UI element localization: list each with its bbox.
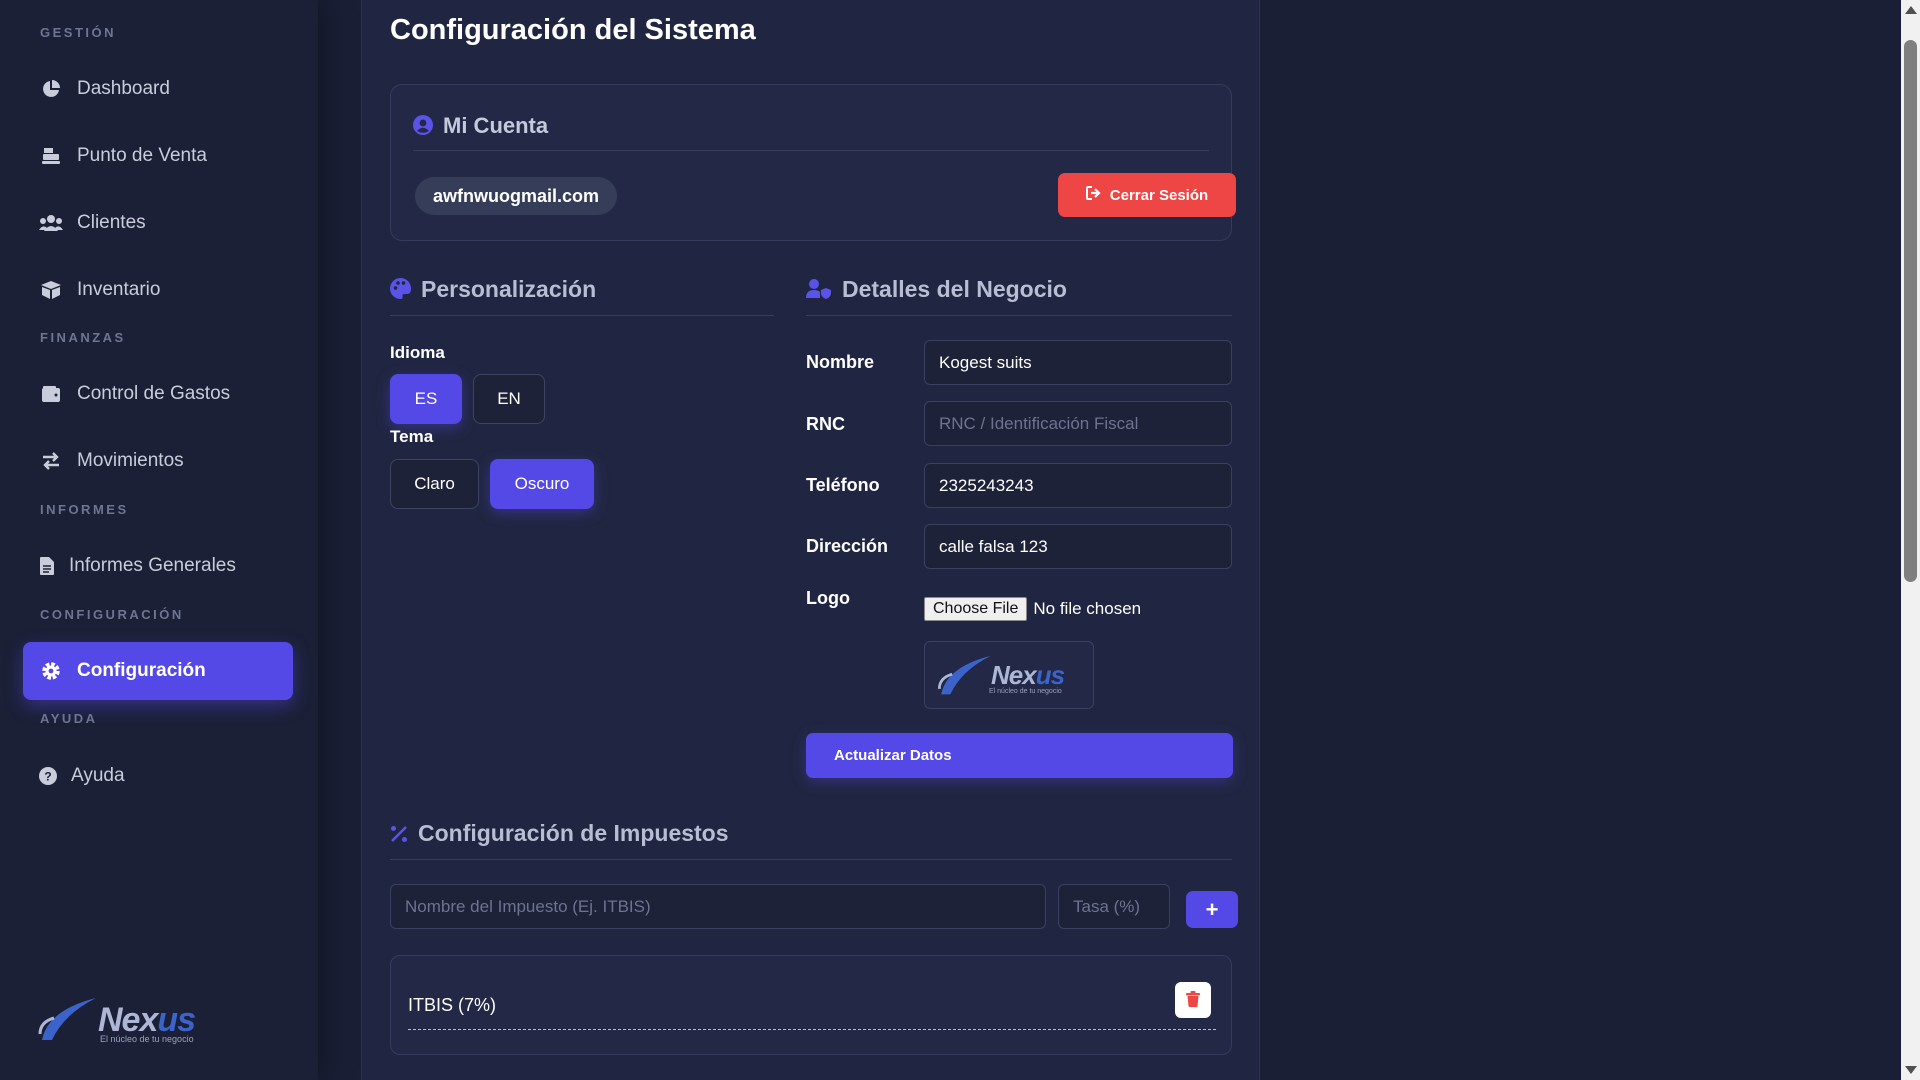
sidebar-item-dashboard[interactable]: Dashboard	[23, 60, 293, 118]
language-label: Idioma	[390, 343, 445, 362]
pie-chart-icon	[39, 77, 63, 101]
choose-file-button[interactable]: Choose File	[924, 597, 1028, 621]
percent-icon	[390, 822, 408, 849]
taxes-title: Configuración de Impuestos	[418, 820, 729, 846]
logout-button[interactable]: Cerrar Sesión	[1058, 173, 1236, 217]
sign-out-icon	[1085, 186, 1102, 204]
personalization-title: Personalización	[421, 276, 597, 302]
section-label-informes: INFORMES	[40, 502, 129, 517]
sidebar-item-label: Configuración	[77, 660, 206, 681]
list-item: ITBIS (7%)	[408, 982, 1216, 1030]
section-label-finanzas: FINANZAS	[40, 330, 126, 345]
users-icon	[39, 211, 63, 235]
help-circle-icon: ?	[39, 764, 57, 788]
palette-icon	[390, 278, 412, 305]
sidebar-item-label: Dashboard	[77, 78, 170, 99]
settings-panel: Configuración del Sistema Mi Cuenta awfn…	[361, 0, 1260, 1080]
account-card: Mi Cuenta awfnwuogmail.com Cerrar Sesión	[390, 84, 1236, 241]
account-card-header: Mi Cuenta	[413, 113, 1209, 151]
tax-rate-input[interactable]	[1058, 884, 1170, 929]
theme-light-button[interactable]: Claro	[390, 459, 479, 509]
address-label: Dirección	[806, 536, 889, 556]
personalization-header: Personalización	[390, 276, 774, 316]
user-circle-icon	[413, 115, 433, 141]
logo-preview: Nexus El núcleo de tu negocio	[924, 641, 1094, 709]
cash-register-icon	[39, 144, 63, 168]
section-label-ayuda: AYUDA	[40, 711, 98, 726]
brand-tagline: El núcleo de tu negocio	[100, 1034, 194, 1044]
tax-name-input[interactable]	[390, 884, 1046, 929]
sidebar-item-ayuda[interactable]: ? Ayuda	[23, 747, 293, 805]
sidebar-item-label: Movimientos	[77, 450, 184, 471]
sidebar-item-gastos[interactable]: Control de Gastos	[23, 365, 293, 423]
file-status: No file chosen	[1033, 599, 1142, 618]
tax-list: ITBIS (7%)	[390, 955, 1232, 1055]
business-details-header: Detalles del Negocio	[806, 276, 1232, 316]
swoosh-logo-icon	[937, 655, 991, 695]
sidebar-item-label: Inventario	[77, 279, 161, 300]
scroll-up-arrow-icon[interactable]	[1905, 6, 1917, 14]
section-label-configuracion: CONFIGURACIÓN	[40, 607, 184, 622]
trash-icon	[1186, 990, 1200, 1010]
document-icon	[39, 554, 55, 578]
sidebar-item-clientes[interactable]: Clientes	[23, 194, 293, 252]
account-card-title: Mi Cuenta	[443, 113, 549, 138]
logo-preview-tagline: El núcleo de tu negocio	[989, 688, 1062, 695]
swoosh-logo-icon	[38, 998, 96, 1040]
sidebar: GESTIÓN Dashboard Punto de Venta Cliente…	[0, 0, 318, 1080]
page-scrollbar[interactable]	[1901, 0, 1920, 1080]
language-en-button[interactable]: EN	[473, 374, 545, 424]
add-tax-button[interactable]: +	[1186, 891, 1238, 928]
taxes-header: Configuración de Impuestos	[390, 820, 1232, 860]
scroll-thumb[interactable]	[1904, 40, 1917, 582]
theme-label: Tema	[390, 427, 434, 446]
sidebar-item-label: Punto de Venta	[77, 145, 207, 166]
sidebar-item-informes[interactable]: Informes Generales	[23, 537, 293, 595]
user-shield-icon	[806, 278, 832, 305]
logo-file-picker: Choose File No file chosen	[924, 597, 1141, 621]
sidebar-item-label: Control de Gastos	[77, 383, 231, 404]
sidebar-item-movimientos[interactable]: Movimientos	[23, 432, 293, 490]
delete-tax-button[interactable]	[1175, 982, 1211, 1018]
rnc-input[interactable]	[924, 401, 1232, 446]
logo-label: Logo	[806, 588, 850, 608]
logo-preview-text: Nexus	[991, 660, 1065, 690]
logout-label: Cerrar Sesión	[1109, 186, 1209, 204]
user-email: awfnwuogmail.com	[415, 177, 618, 215]
sidebar-item-label: Informes Generales	[69, 555, 236, 576]
section-label-gestion: GESTIÓN	[40, 25, 117, 40]
rnc-label: RNC	[806, 414, 845, 434]
business-name-input[interactable]	[924, 340, 1232, 385]
wallet-icon	[39, 382, 63, 406]
update-business-button[interactable]: Actualizar Datos	[806, 733, 1233, 778]
scroll-down-arrow-icon[interactable]	[1905, 1066, 1917, 1074]
box-icon	[39, 278, 63, 302]
business-name-label: Nombre	[806, 352, 875, 372]
exchange-arrows-icon	[39, 449, 63, 473]
phone-input[interactable]	[924, 463, 1232, 508]
business-details-title: Detalles del Negocio	[842, 276, 1067, 302]
phone-label: Teléfono	[806, 475, 880, 495]
svg-text:?: ?	[44, 770, 51, 784]
language-es-button[interactable]: ES	[390, 374, 462, 424]
gear-icon	[39, 659, 63, 683]
sidebar-item-configuracion[interactable]: Configuración	[23, 642, 293, 700]
address-input[interactable]	[924, 524, 1232, 569]
page-title: Configuración del Sistema	[390, 14, 756, 46]
tax-item-label: ITBIS (7%)	[408, 995, 497, 1015]
sidebar-item-label: Ayuda	[71, 765, 125, 786]
brand-logo: Nexus El núcleo de tu negocio	[38, 996, 196, 1044]
sidebar-item-pos[interactable]: Punto de Venta	[23, 127, 293, 185]
sidebar-item-label: Clientes	[77, 212, 146, 233]
theme-dark-button[interactable]: Oscuro	[490, 459, 594, 509]
sidebar-item-inventario[interactable]: Inventario	[23, 261, 293, 319]
